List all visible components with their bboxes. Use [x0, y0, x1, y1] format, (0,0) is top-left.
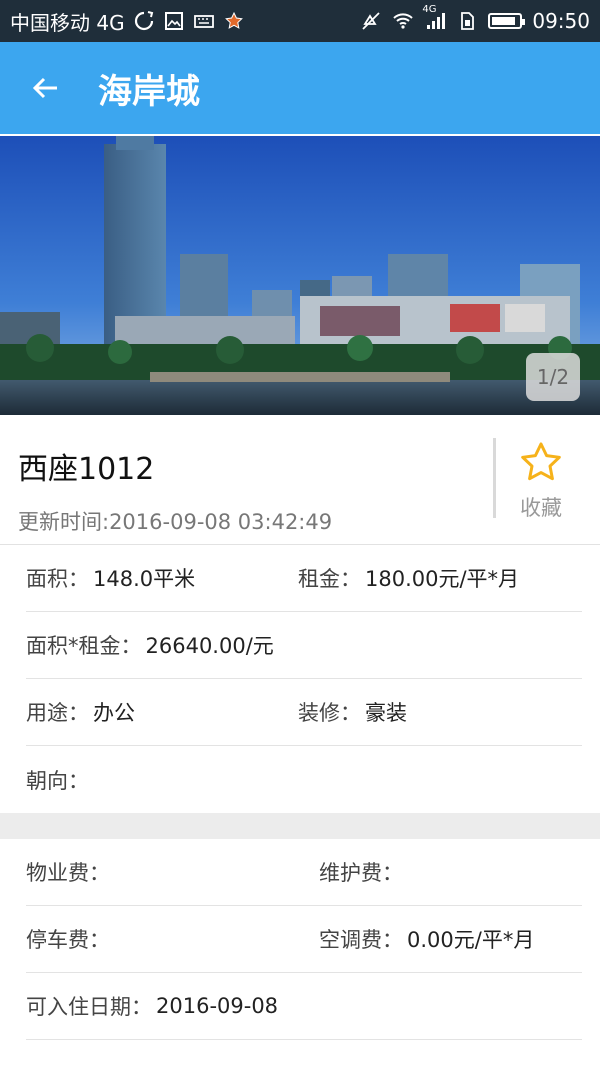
- battery-icon: [488, 13, 526, 29]
- page-title: 海岸城: [98, 71, 200, 112]
- star-outline-icon: [521, 442, 561, 481]
- ac-fee-value: 0.00元/平*月: [407, 928, 535, 952]
- favorite-button[interactable]: 收藏: [506, 440, 576, 522]
- wifi-icon: [392, 10, 414, 32]
- fee-row: 可入住日期： 2016-09-08: [26, 973, 582, 1040]
- property-fee-label: 物业费：: [26, 861, 110, 885]
- total-rent-value: 26640.00/元: [145, 634, 274, 658]
- area-label: 面积：: [26, 567, 89, 591]
- sync-icon: [133, 10, 155, 32]
- rent-value: 180.00元/平*月: [365, 567, 520, 591]
- image-icon: [163, 10, 185, 32]
- photo-pager-indicator: 1/2: [526, 353, 580, 401]
- favorite-label: 收藏: [520, 496, 562, 520]
- signal-icon: 4G: [422, 4, 446, 32]
- fee-row: 停车费： 空调费： 0.00元/平*月: [26, 906, 582, 973]
- detail-row: 朝向：: [26, 746, 582, 813]
- listing-header: 西座1012 更新时间:2016-09-08 03:42:49 收藏: [0, 420, 600, 545]
- details-section: 面积： 148.0平米 租金： 180.00元/平*月 面积*租金： 26640…: [0, 545, 600, 813]
- detail-row: 用途： 办公 装修： 豪装: [26, 679, 582, 746]
- move-in-date-label: 可入住日期：: [26, 995, 152, 1019]
- arrow-left-icon: [32, 77, 57, 99]
- decoration-value: 豪装: [365, 701, 407, 725]
- decoration-label: 装修：: [298, 701, 361, 725]
- area-value: 148.0平米: [93, 567, 196, 591]
- app-bar: 海岸城: [0, 42, 600, 134]
- building-photo: [0, 136, 600, 415]
- orientation-label: 朝向：: [26, 768, 89, 793]
- sim-icon: [456, 10, 478, 32]
- parking-fee-label: 停车费：: [26, 928, 110, 952]
- carrier-label: 中国移动 4G: [10, 10, 125, 35]
- total-rent-label: 面积*租金：: [26, 634, 142, 658]
- listing-name: 西座1012: [18, 452, 155, 487]
- status-bar: 中国移动 4G 4G 09:50: [0, 0, 600, 42]
- clock-label: 09:50: [532, 9, 590, 33]
- usage-label: 用途：: [26, 701, 89, 725]
- detail-row: 面积*租金： 26640.00/元: [26, 612, 582, 679]
- photo-carousel[interactable]: 1/2: [0, 136, 600, 415]
- usage-value: 办公: [93, 701, 135, 725]
- maintenance-fee-label: 维护费：: [319, 861, 403, 885]
- star-badge-icon: [223, 10, 245, 32]
- fees-section: 物业费： 维护费： 停车费： 空调费： 0.00元/平*月 可入住日期： 201…: [0, 839, 600, 1067]
- fee-row: 物业费： 维护费：: [26, 839, 582, 906]
- update-time: 更新时间:2016-09-08 03:42:49: [18, 510, 333, 534]
- detail-row: 面积： 148.0平米 租金： 180.00元/平*月: [26, 545, 582, 612]
- ac-fee-label: 空调费：: [319, 928, 403, 952]
- rent-label: 租金：: [298, 567, 361, 591]
- keyboard-icon: [193, 10, 215, 32]
- divider: [493, 438, 496, 518]
- move-in-date-value: 2016-09-08: [156, 994, 279, 1018]
- mute-icon: [360, 10, 382, 32]
- back-button[interactable]: [0, 42, 92, 134]
- section-gap: [0, 813, 600, 839]
- network-type-label: 4G: [422, 4, 437, 15]
